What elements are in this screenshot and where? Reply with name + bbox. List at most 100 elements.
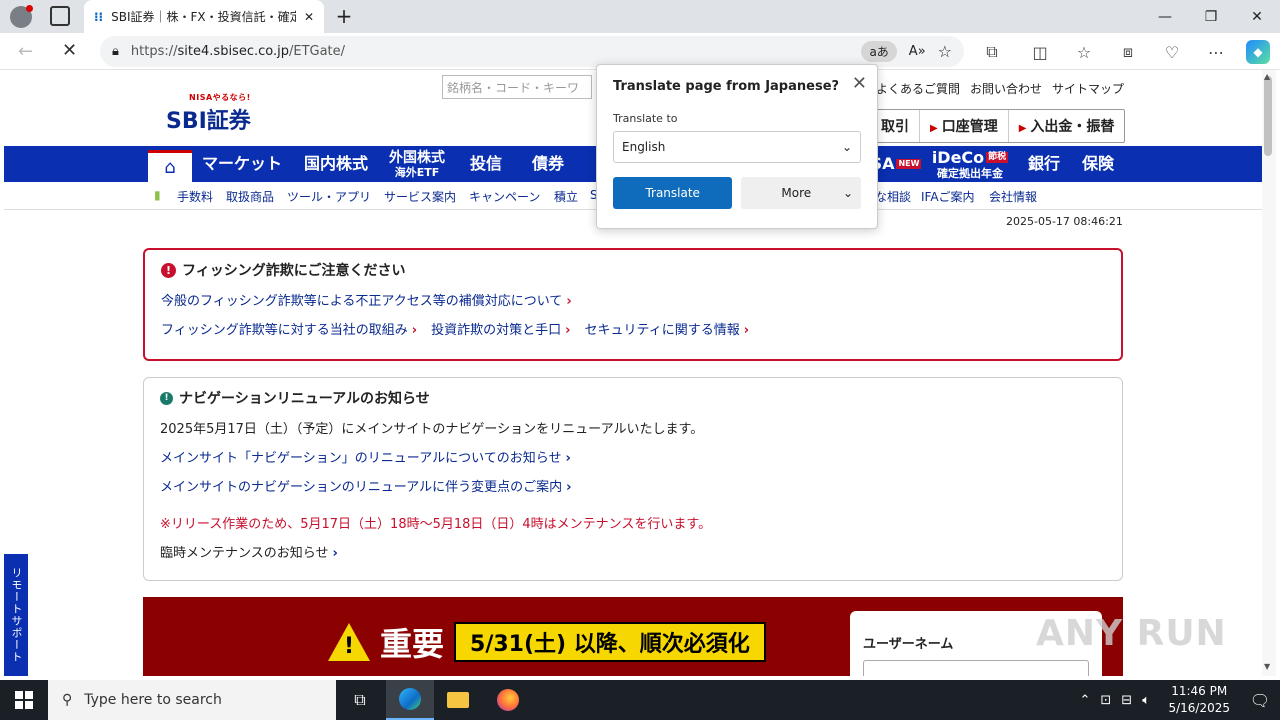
scroll-down-icon[interactable]: ▼ <box>1264 662 1270 671</box>
nav-insurance[interactable]: 保険 <box>1074 146 1122 182</box>
deposit-transfer-label: 入出金・振替 <box>1030 119 1115 135</box>
faq-link[interactable]: よくあるご質問 <box>876 80 960 97</box>
phishing-measures-link[interactable]: フィッシング詐欺等に対する当社の取組み › <box>161 319 417 338</box>
favorites-icon[interactable]: ☆ <box>1072 40 1096 64</box>
nav-bank-label: 銀行 <box>1027 154 1060 173</box>
stock-search-input[interactable]: 銘柄名・コード・キーワ <box>442 75 592 99</box>
page-scrollbar[interactable] <box>1262 70 1276 676</box>
deposit-transfer-button[interactable]: ▶ 入出金・振替 <box>1007 110 1125 142</box>
home-icon[interactable]: ⌂ <box>148 150 192 182</box>
subnav-company[interactable]: 会社情報 <box>989 188 1037 205</box>
chevron-right-icon: › <box>565 323 571 338</box>
split-screen-icon[interactable]: ◫ <box>1028 40 1052 64</box>
maintenance-link[interactable]: 臨時メンテナンスのお知らせ › <box>160 542 1106 561</box>
notice-text: 2025年5月17日（土）（予定）にメインサイトのナビゲーションをリニューアルい… <box>160 422 704 437</box>
subnav-fees[interactable]: 手数料 <box>177 188 213 205</box>
minimize-button[interactable]: — <box>1142 0 1188 33</box>
investment-fraud-link[interactable]: 投資詐欺の対策と手口 › <box>431 319 570 338</box>
scrollbar-thumb[interactable] <box>1264 76 1272 156</box>
nav-ideco[interactable]: iDeCo 節税 確定拠出年金 <box>930 146 1010 182</box>
nav-funds[interactable]: 投信 <box>462 146 510 182</box>
username-input[interactable] <box>863 660 1089 676</box>
system-clock[interactable]: 11:46 PM 5/16/2025 <box>1168 683 1230 717</box>
account-management-button[interactable]: ▶ 口座管理 <box>919 110 1008 142</box>
nav-bonds-label: 債券 <box>531 154 564 173</box>
subnav-services[interactable]: サービス案内 <box>384 188 456 205</box>
trade-label: 取引 <box>881 119 909 135</box>
nav-bank[interactable]: 銀行 <box>1020 146 1068 182</box>
nav-nisa[interactable]: SA NEW <box>871 146 922 182</box>
language-select[interactable]: English ⌄ <box>613 131 861 163</box>
phishing-compensation-link[interactable]: 今般のフィッシング詐欺等による不正アクセス等の補償対応について › <box>161 290 1105 309</box>
translate-button[interactable]: Translate <box>613 177 733 209</box>
subnav-ifa[interactable]: IFAご案内 <box>921 188 975 205</box>
subnav-campaigns[interactable]: キャンペーン <box>469 188 540 205</box>
remote-support-tab[interactable]: リモートサポート <box>4 554 28 676</box>
sitemap-link[interactable]: サイトマップ <box>1052 80 1124 97</box>
address-bar[interactable]: 🔒︎ https://site4.sbisec.co.jp/ETGate/ aあ… <box>100 36 964 67</box>
browser-tab-active[interactable]: ⁝⁝ SBI証券｜株・FX・投資信託・確定拠 ✕ <box>84 0 324 33</box>
new-tab-button[interactable]: + <box>332 4 356 28</box>
phishing-title: フィッシング詐欺にご注意ください <box>182 263 406 279</box>
subnav-consultation[interactable]: な相談 <box>875 188 911 205</box>
sbi-logo[interactable]: NISAやるなら! SBI証券 <box>166 92 251 135</box>
url-domain: site4.sbisec.co.jp <box>177 44 289 59</box>
investment-fraud-label: 投資詐欺の対策と手口 <box>431 323 562 338</box>
stop-loading-icon[interactable]: ✕ <box>62 40 77 61</box>
file-explorer-icon[interactable] <box>434 680 482 720</box>
navigation-renewal-notice: ! ナビゲーションリニューアルのお知らせ 2025年5月17日（土）（予定）にメイ… <box>143 377 1123 581</box>
taskbar-search[interactable]: ⚲ Type here to search <box>48 680 336 720</box>
trade-button[interactable]: 取引 <box>871 110 919 142</box>
logo-tagline: NISAやるなら! <box>189 93 251 102</box>
subnav-products[interactable]: 取扱商品 <box>226 188 274 205</box>
volume-icon[interactable]: 🔈︎ <box>1142 693 1150 708</box>
url-text[interactable]: https://site4.sbisec.co.jp/ETGate/ <box>131 44 850 59</box>
show-hidden-icons[interactable]: ⌃ <box>1079 693 1090 708</box>
security-icon[interactable]: ⊡ <box>1100 693 1111 708</box>
edge-taskbar-icon[interactable] <box>386 680 434 720</box>
extensions-icon[interactable]: ⧉ <box>980 40 1004 64</box>
subnav-savings[interactable]: 積立 <box>554 188 578 205</box>
tab-close-icon[interactable]: ✕ <box>304 10 314 24</box>
translate-title: Translate page from Japanese? <box>613 79 840 94</box>
settings-more-icon[interactable]: ⋯ <box>1204 40 1228 64</box>
chevron-right-icon: › <box>565 451 571 466</box>
contact-link[interactable]: お問い合わせ <box>970 80 1042 97</box>
read-aloud-icon[interactable]: A» <box>909 44 926 59</box>
subnav-tools[interactable]: ツール・アプリ <box>287 188 371 205</box>
scroll-up-icon[interactable]: ▲ <box>1264 72 1270 81</box>
renewal-info-link[interactable]: メインサイト「ナビゲーション」のリニューアルについてのお知らせ › <box>160 447 1106 466</box>
more-button[interactable]: More ⌄ <box>741 177 861 209</box>
renewal-changes-label: メインサイトのナビゲーションのリニューアルに伴う変更点のご案内 <box>160 480 563 495</box>
favorite-star-icon[interactable]: ☆ <box>938 42 952 61</box>
tax-saving-badge: 節税 <box>986 152 1009 163</box>
firefox-icon[interactable] <box>484 680 532 720</box>
security-info-link[interactable]: セキュリティに関する情報 › <box>584 319 749 338</box>
lock-icon[interactable]: 🔒︎ <box>112 44 119 59</box>
nav-foreign-stocks[interactable]: 外国株式 海外ETF <box>384 146 450 182</box>
restore-button[interactable]: ❐ <box>1188 0 1234 33</box>
translate-badge-icon[interactable]: aあ <box>861 41 897 62</box>
nav-market[interactable]: マーケット <box>200 146 284 182</box>
tab-actions-icon[interactable] <box>50 6 70 26</box>
network-icon[interactable]: ⊟ <box>1121 693 1132 708</box>
renewal-changes-link[interactable]: メインサイトのナビゲーションのリニューアルに伴う変更点のご案内 › <box>160 476 1106 495</box>
task-view-icon[interactable]: ⧉ <box>336 680 384 720</box>
browser-essentials-icon[interactable]: ♡ <box>1160 40 1184 64</box>
collections-icon[interactable]: ⧈ <box>1116 40 1140 64</box>
nav-bonds[interactable]: 債券 <box>524 146 572 182</box>
triangle-icon: ▶ <box>930 123 938 134</box>
alert-icon: ! <box>161 262 176 278</box>
anyrun-watermark: ANY RUN <box>1036 613 1227 654</box>
copilot-icon[interactable]: ◆ <box>1246 40 1270 64</box>
start-button[interactable] <box>0 680 48 720</box>
back-icon[interactable]: ← <box>18 41 33 62</box>
phishing-measures-label: フィッシング詐欺等に対する当社の取組み <box>161 323 408 338</box>
close-window-button[interactable]: ✕ <box>1234 0 1280 33</box>
chevron-down-icon: ⌄ <box>841 140 852 154</box>
nav-domestic-stocks[interactable]: 国内株式 <box>294 146 378 182</box>
notifications-icon[interactable]: 🗨︎ <box>1248 688 1272 712</box>
nav-ideco-label: iDeCo <box>931 147 985 167</box>
info-icon: ! <box>160 391 173 405</box>
close-icon[interactable]: ✕ <box>852 73 867 94</box>
